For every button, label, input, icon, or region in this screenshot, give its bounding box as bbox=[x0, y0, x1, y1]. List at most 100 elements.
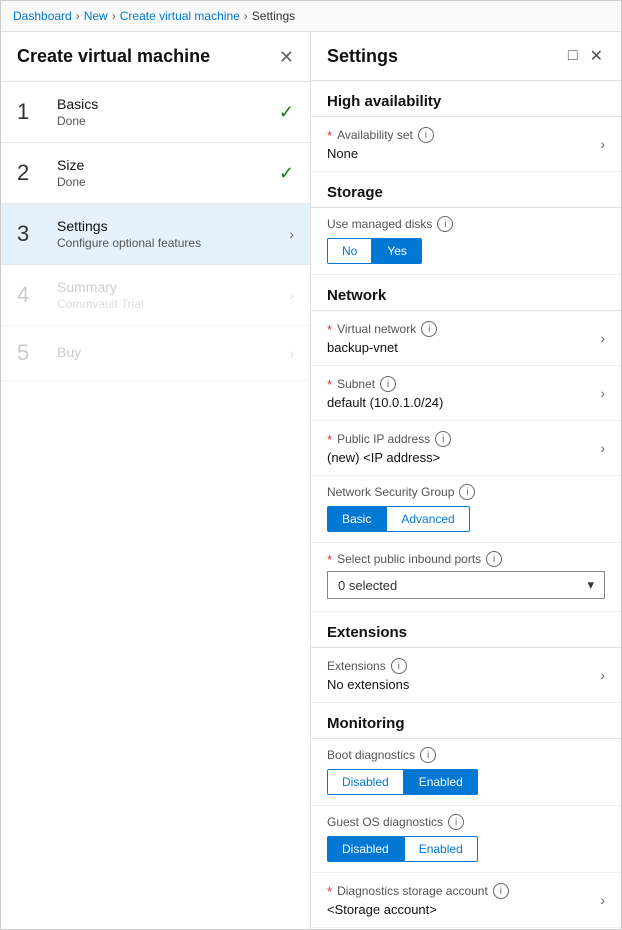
section-storage: Storage bbox=[311, 172, 621, 208]
breadcrumb-new[interactable]: New bbox=[84, 9, 108, 23]
extensions-label: Extensions i bbox=[327, 658, 409, 674]
managed-disks-row: Use managed disks i No Yes bbox=[311, 208, 621, 275]
breadcrumb: Dashboard › New › Create virtual machine… bbox=[1, 1, 621, 32]
extensions-info-icon[interactable]: i bbox=[391, 658, 407, 674]
public-ip-field: * Public IP address i (new) <IP address> bbox=[327, 431, 451, 465]
right-panel-close-button[interactable]: ✕ bbox=[588, 44, 605, 68]
inbound-ports-required-star: * bbox=[327, 552, 332, 567]
guest-os-disabled-button[interactable]: Disabled bbox=[327, 836, 404, 862]
guest-os-diagnostics-toggle[interactable]: Disabled Enabled bbox=[327, 836, 605, 862]
step-1-number: 1 bbox=[17, 99, 45, 125]
availability-set-field: * Availability set i None bbox=[327, 127, 434, 161]
boot-diagnostics-toggle[interactable]: Disabled Enabled bbox=[327, 769, 605, 795]
subnet-info-icon[interactable]: i bbox=[380, 376, 396, 392]
nsg-label: Network Security Group i bbox=[327, 484, 605, 500]
virtual-network-info-icon[interactable]: i bbox=[421, 321, 437, 337]
availability-set-required-star: * bbox=[327, 128, 332, 143]
step-item-size[interactable]: 2 Size Done ✓ bbox=[1, 143, 310, 204]
subnet-row[interactable]: * Subnet i default (10.0.1.0/24) › bbox=[311, 366, 621, 421]
diagnostics-storage-chevron-icon: › bbox=[600, 892, 605, 908]
subnet-required-star: * bbox=[327, 377, 332, 392]
step-3-chevron-icon: › bbox=[289, 226, 294, 242]
availability-set-row[interactable]: * Availability set i None › bbox=[311, 117, 621, 172]
breadcrumb-sep-2: › bbox=[112, 9, 116, 23]
step-item-settings[interactable]: 3 Settings Configure optional features › bbox=[1, 204, 310, 265]
left-panel: Create virtual machine ✕ 1 Basics Done ✓… bbox=[1, 32, 311, 929]
guest-os-diagnostics-row: Guest OS diagnostics i Disabled Enabled bbox=[311, 806, 621, 873]
public-ip-row[interactable]: * Public IP address i (new) <IP address>… bbox=[311, 421, 621, 476]
availability-set-info-icon[interactable]: i bbox=[418, 127, 434, 143]
extensions-value: No extensions bbox=[327, 677, 409, 692]
inbound-ports-select[interactable]: 0 selected ▾ bbox=[327, 571, 605, 599]
step-item-summary: 4 Summary Commvault Trial › bbox=[1, 265, 310, 326]
managed-disks-info-icon[interactable]: i bbox=[437, 216, 453, 232]
virtual-network-row[interactable]: * Virtual network i backup-vnet › bbox=[311, 311, 621, 366]
diagnostics-storage-info-icon[interactable]: i bbox=[493, 883, 509, 899]
breadcrumb-settings: Settings bbox=[252, 9, 295, 23]
boot-diagnostics-label-text: Boot diagnostics bbox=[327, 748, 415, 762]
right-panel-header: Settings □ ✕ bbox=[311, 32, 621, 81]
public-ip-label: * Public IP address i bbox=[327, 431, 451, 447]
nsg-toggle[interactable]: Basic Advanced bbox=[327, 506, 605, 532]
section-monitoring: Monitoring bbox=[311, 703, 621, 739]
boot-diagnostics-disabled-button[interactable]: Disabled bbox=[327, 769, 404, 795]
left-panel-close-button[interactable]: ✕ bbox=[279, 48, 294, 66]
boot-diagnostics-info-icon[interactable]: i bbox=[420, 747, 436, 763]
step-2-subtitle: Done bbox=[57, 175, 271, 189]
diagnostics-storage-label-text: Diagnostics storage account bbox=[337, 884, 488, 898]
availability-set-chevron-icon: › bbox=[600, 136, 605, 152]
managed-disks-toggle[interactable]: No Yes bbox=[327, 238, 605, 264]
step-1-info: Basics Done bbox=[57, 96, 271, 128]
step-item-buy: 5 Buy › bbox=[1, 326, 310, 381]
public-ip-required-star: * bbox=[327, 432, 332, 447]
step-4-subtitle: Commvault Trial bbox=[57, 297, 281, 311]
guest-os-diagnostics-info-icon[interactable]: i bbox=[448, 814, 464, 830]
step-item-basics[interactable]: 1 Basics Done ✓ bbox=[1, 82, 310, 143]
public-ip-info-icon[interactable]: i bbox=[435, 431, 451, 447]
breadcrumb-sep-1: › bbox=[76, 9, 80, 23]
virtual-network-chevron-icon: › bbox=[600, 330, 605, 346]
inbound-ports-dropdown-icon: ▾ bbox=[587, 577, 594, 593]
right-panel-header-icons: □ ✕ bbox=[566, 44, 605, 68]
managed-disks-yes-button[interactable]: Yes bbox=[372, 238, 422, 264]
breadcrumb-sep-3: › bbox=[244, 9, 248, 23]
step-1-subtitle: Done bbox=[57, 114, 271, 128]
diagnostics-storage-field: * Diagnostics storage account i <Storage… bbox=[327, 883, 509, 917]
managed-disks-label-text: Use managed disks bbox=[327, 217, 432, 231]
guest-os-enabled-button[interactable]: Enabled bbox=[404, 836, 478, 862]
diagnostics-storage-required-star: * bbox=[327, 884, 332, 899]
step-3-info: Settings Configure optional features bbox=[57, 218, 281, 250]
extensions-row[interactable]: Extensions i No extensions › bbox=[311, 648, 621, 703]
breadcrumb-create-vm[interactable]: Create virtual machine bbox=[120, 9, 240, 23]
right-panel-title: Settings bbox=[327, 46, 398, 67]
virtual-network-field: * Virtual network i backup-vnet bbox=[327, 321, 437, 355]
diagnostics-storage-label: * Diagnostics storage account i bbox=[327, 883, 509, 899]
step-4-chevron-icon: › bbox=[289, 287, 294, 303]
boot-diagnostics-enabled-button[interactable]: Enabled bbox=[404, 769, 478, 795]
extensions-label-text: Extensions bbox=[327, 659, 386, 673]
extensions-chevron-icon: › bbox=[600, 667, 605, 683]
step-5-number: 5 bbox=[17, 340, 45, 366]
availability-set-label-text: Availability set bbox=[337, 128, 413, 142]
guest-os-diagnostics-label-text: Guest OS diagnostics bbox=[327, 815, 443, 829]
inbound-ports-label-text: Select public inbound ports bbox=[337, 552, 481, 566]
maximize-button[interactable]: □ bbox=[566, 45, 580, 67]
extensions-field: Extensions i No extensions bbox=[327, 658, 409, 692]
public-ip-value: (new) <IP address> bbox=[327, 450, 451, 465]
inbound-ports-label: * Select public inbound ports i bbox=[327, 551, 605, 567]
virtual-network-label-text: Virtual network bbox=[337, 322, 416, 336]
nsg-label-text: Network Security Group bbox=[327, 485, 454, 499]
step-5-info: Buy bbox=[57, 344, 281, 362]
inbound-ports-value: 0 selected bbox=[338, 578, 397, 593]
nsg-basic-button[interactable]: Basic bbox=[327, 506, 386, 532]
breadcrumb-dashboard[interactable]: Dashboard bbox=[13, 9, 72, 23]
public-ip-chevron-icon: › bbox=[600, 440, 605, 456]
inbound-ports-info-icon[interactable]: i bbox=[486, 551, 502, 567]
managed-disks-no-button[interactable]: No bbox=[327, 238, 372, 264]
nsg-advanced-button[interactable]: Advanced bbox=[386, 506, 469, 532]
nsg-info-icon[interactable]: i bbox=[459, 484, 475, 500]
step-1-title: Basics bbox=[57, 96, 271, 112]
step-4-title: Summary bbox=[57, 279, 281, 295]
step-2-info: Size Done bbox=[57, 157, 271, 189]
diagnostics-storage-account-row[interactable]: * Diagnostics storage account i <Storage… bbox=[311, 873, 621, 928]
